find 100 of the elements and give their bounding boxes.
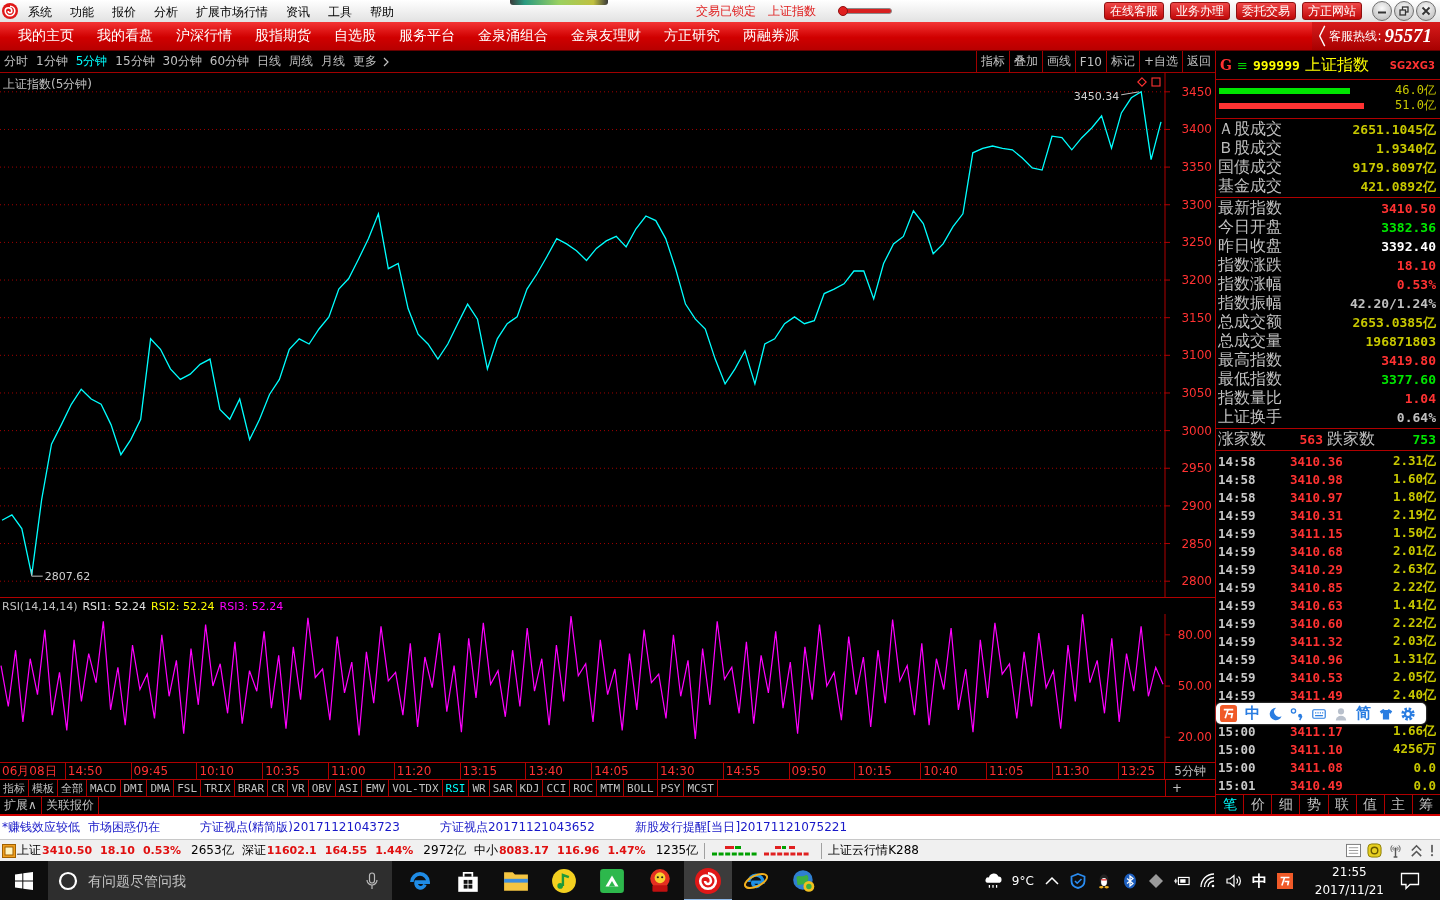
speaker-icon[interactable] [1225,873,1242,889]
swirl-logo-icon[interactable] [2,3,18,19]
chevron-right-icon[interactable] [383,56,390,67]
diamond-icon[interactable] [1137,77,1147,87]
chart-tool-button[interactable]: 返回 [1182,51,1215,72]
period-tab[interactable]: 月线 [321,53,346,70]
nav-tab[interactable]: 两融券源 [743,27,799,45]
taskbar-button[interactable] [684,861,732,900]
shirt-icon[interactable] [1379,706,1393,721]
nav-tab[interactable]: 我的主页 [18,27,74,45]
period-tab[interactable]: 30分钟 [162,53,202,70]
chart-tool-button[interactable]: 标记 [1105,51,1139,72]
news-link[interactable]: 方证视点(精简版)20171121043723 [199,819,400,836]
indicator-tab[interactable]: MTM [597,780,625,796]
menu-item[interactable]: 系统 [28,2,52,20]
news-link[interactable]: 方证视点20171121043652 [439,819,595,836]
microphone-icon[interactable] [366,872,378,890]
coin-icon[interactable] [1367,843,1382,858]
indicator-tab[interactable]: EMV [362,780,390,796]
breadth-bars-icon[interactable] [711,844,760,857]
minimize-button[interactable] [1372,1,1392,21]
indicator-tab[interactable]: 模板 [29,780,58,796]
keyboard-icon[interactable] [1312,706,1326,721]
moon-icon[interactable] [1268,706,1282,721]
detail-tab[interactable]: 主 [1384,795,1413,814]
indicator-tab[interactable]: ROC [570,780,598,796]
indicator-tab[interactable]: BRAR [234,780,269,796]
nav-tab[interactable]: 服务平台 [399,27,455,45]
detail-tab[interactable]: 笔 [1216,795,1245,814]
nav-tab[interactable]: 股指期货 [255,27,311,45]
indicator-tab[interactable]: VR [288,780,309,796]
indicator-tab[interactable]: TRIX [201,780,235,796]
nav-tab[interactable]: 金泉友理财 [571,27,641,45]
indicator-tab[interactable]: MCST [684,780,718,796]
indicator-tab[interactable]: VOL-TDX [389,780,443,796]
nav-tab[interactable]: 金泉涌组合 [478,27,548,45]
indicator-tab[interactable]: CCI [543,780,571,796]
menu-item[interactable]: 报价 [112,2,136,20]
indicator-tab[interactable]: MACD [87,780,121,796]
breadth-bars-icon[interactable] [763,844,812,857]
app-logo-icon[interactable] [1276,873,1293,889]
nav-tab[interactable]: 自选股 [334,27,376,45]
double-up-arrow-icon[interactable] [1409,843,1424,858]
add-button[interactable]: + [1165,780,1215,796]
search-field[interactable]: 有问题尽管问我 [48,861,392,900]
period-tab[interactable]: 1分钟 [36,53,68,70]
settings-icon[interactable] [1401,706,1415,721]
restore-button[interactable] [1394,1,1414,21]
list-icon[interactable] [1346,843,1361,858]
detail-tab[interactable]: 值 [1356,795,1385,814]
top-button[interactable]: 在线客服 [1104,2,1164,20]
indicator-tab[interactable]: SAR [489,780,517,796]
notification-icon[interactable] [1400,872,1420,890]
menu-item[interactable]: 功能 [70,2,94,20]
indicator-tab[interactable]: ASI [335,780,363,796]
antenna-icon[interactable] [1388,843,1403,858]
slider-track[interactable] [838,5,892,17]
menu-item[interactable]: 扩展市场行情 [196,2,268,20]
top-button[interactable]: 方正网站 [1302,2,1362,20]
indicator-tab[interactable]: DMA [147,780,175,796]
period-tab[interactable]: 60分钟 [209,53,250,70]
bottom-tab[interactable]: 关联报价 [41,797,99,814]
chart-tool-button[interactable]: +自选 [1138,51,1182,72]
indicator-tab[interactable]: 指标 [0,780,29,796]
indicator-tab[interactable]: RSI [442,780,470,796]
diamond-icon[interactable] [1147,873,1164,889]
ime-logo-icon[interactable] [1220,705,1237,722]
indicator-tab[interactable]: WR [469,780,490,796]
top-button[interactable]: 业务办理 [1170,2,1230,20]
nav-tab[interactable]: 方正研究 [664,27,720,45]
chart-tool-button[interactable]: 画线 [1041,51,1075,72]
market-icon[interactable] [2,843,16,858]
detail-tab[interactable]: 势 [1300,795,1329,814]
period-tab[interactable]: 日线 [257,53,282,70]
indicator-tab[interactable]: DMI [120,780,148,796]
clock-date[interactable]: 2017/11/21 [1314,881,1384,899]
ime-indicator[interactable]: 中 [1251,871,1267,891]
indicator-tab[interactable]: BOLL [624,780,658,796]
indicator-tab[interactable]: CR [268,780,289,796]
detail-tab[interactable]: 联 [1328,795,1357,814]
bluetooth-icon[interactable] [1121,873,1138,889]
detail-tab[interactable]: 细 [1272,795,1301,814]
menu-item[interactable]: 工具 [328,2,352,20]
news-link[interactable]: *赚钱效应较低 市场困惑仍在 [2,819,160,836]
alert-icon[interactable] [1430,843,1434,858]
wifi-icon[interactable] [1199,873,1216,889]
menu-glyph[interactable]: ≡ [1236,57,1248,73]
indicator-tab[interactable]: KDJ [516,780,544,796]
ime-charset[interactable]: 简 [1356,704,1371,723]
indicator-tab[interactable]: PSY [657,780,685,796]
period-tab[interactable]: 15分钟 [115,53,155,70]
indicator-tab[interactable]: FSL [174,780,202,796]
detail-tab[interactable]: 筹 [1412,795,1440,814]
nav-tab[interactable]: 沪深行情 [176,27,232,45]
indicator-tab[interactable]: 全部 [58,780,87,796]
indicator-tab[interactable]: OBV [308,780,336,796]
news-link[interactable]: 新股发行提醒[当日]20171121075221 [634,819,848,836]
period-tab[interactable]: 5分钟 [75,53,108,70]
close-button[interactable] [1416,1,1436,21]
chart-tool-button[interactable]: F10 [1074,51,1106,72]
